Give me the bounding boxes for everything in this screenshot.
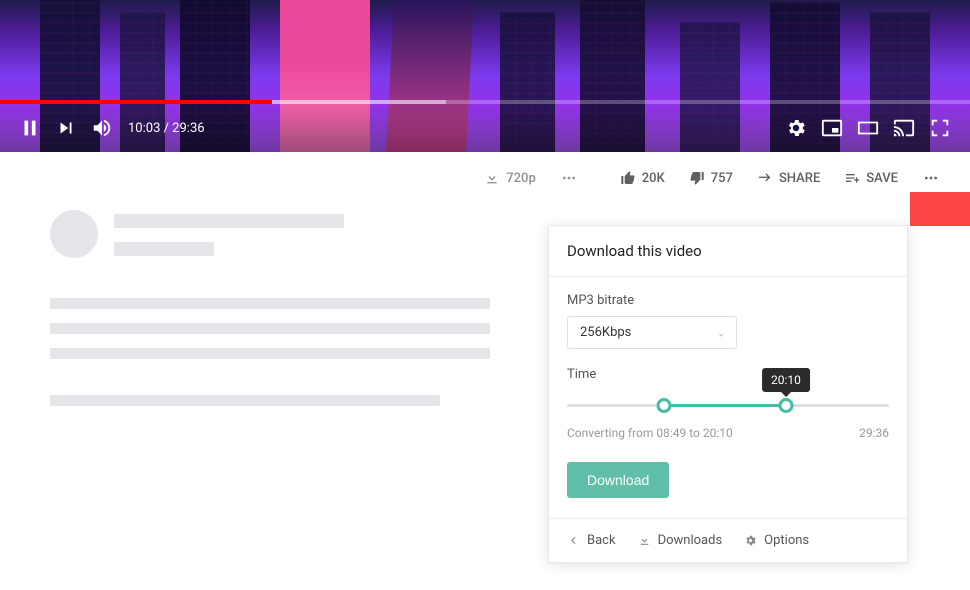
description-line <box>50 348 490 359</box>
dislikes-count: 757 <box>711 171 733 186</box>
download-quality-button[interactable]: 720p <box>474 166 545 190</box>
channel-avatar[interactable] <box>50 210 98 258</box>
quality-more-button[interactable] <box>550 166 588 190</box>
slider-tooltip: 20:10 <box>762 368 810 392</box>
theater-button[interactable] <box>850 110 886 146</box>
bitrate-select[interactable]: 256Kbps ⌄ <box>567 316 737 349</box>
slider-fill <box>664 404 786 407</box>
back-button[interactable]: Back <box>567 533 616 548</box>
volume-button[interactable] <box>84 110 120 146</box>
time-label: Time <box>567 367 889 382</box>
quality-label: 720p <box>506 171 535 186</box>
save-button[interactable]: SAVE <box>834 166 908 190</box>
download-panel: Download this video MP3 bitrate 256Kbps … <box>548 225 908 563</box>
video-actions-row: 720p 20K 757 SHARE SAVE <box>0 152 970 200</box>
options-button[interactable]: Options <box>744 533 809 548</box>
description-line <box>50 323 490 334</box>
pause-button[interactable] <box>12 110 48 146</box>
channel-sub-placeholder <box>114 242 214 256</box>
time-display: 10:03 / 29:36 <box>128 121 205 136</box>
slider-handle-start[interactable] <box>656 398 671 413</box>
total-time: 29:36 <box>859 426 889 440</box>
bitrate-value: 256Kbps <box>580 325 631 340</box>
miniplayer-button[interactable] <box>814 110 850 146</box>
like-button[interactable]: 20K <box>610 166 675 190</box>
player-controls: 10:03 / 29:36 <box>0 104 970 152</box>
share-label: SHARE <box>779 171 820 186</box>
downloads-button[interactable]: Downloads <box>638 533 723 548</box>
channel-title-placeholder <box>114 214 344 228</box>
fullscreen-button[interactable] <box>922 110 958 146</box>
chevron-down-icon: ⌄ <box>717 326 726 339</box>
download-button[interactable]: Download <box>567 462 669 498</box>
next-button[interactable] <box>48 110 84 146</box>
description-line <box>50 395 440 406</box>
description-line <box>50 298 490 309</box>
converting-text: Converting from 08:49 to 20:10 <box>567 426 733 440</box>
download-panel-title: Download this video <box>549 226 907 277</box>
time-range-slider[interactable]: 20:10 <box>567 390 889 420</box>
likes-count: 20K <box>642 171 665 186</box>
bitrate-label: MP3 bitrate <box>567 293 889 308</box>
share-button[interactable]: SHARE <box>747 166 830 190</box>
more-actions-button[interactable] <box>912 166 950 190</box>
save-label: SAVE <box>866 171 898 186</box>
cast-button[interactable] <box>886 110 922 146</box>
dislike-button[interactable]: 757 <box>679 166 743 190</box>
video-player: 10:03 / 29:36 <box>0 0 970 152</box>
settings-button[interactable] <box>778 110 814 146</box>
